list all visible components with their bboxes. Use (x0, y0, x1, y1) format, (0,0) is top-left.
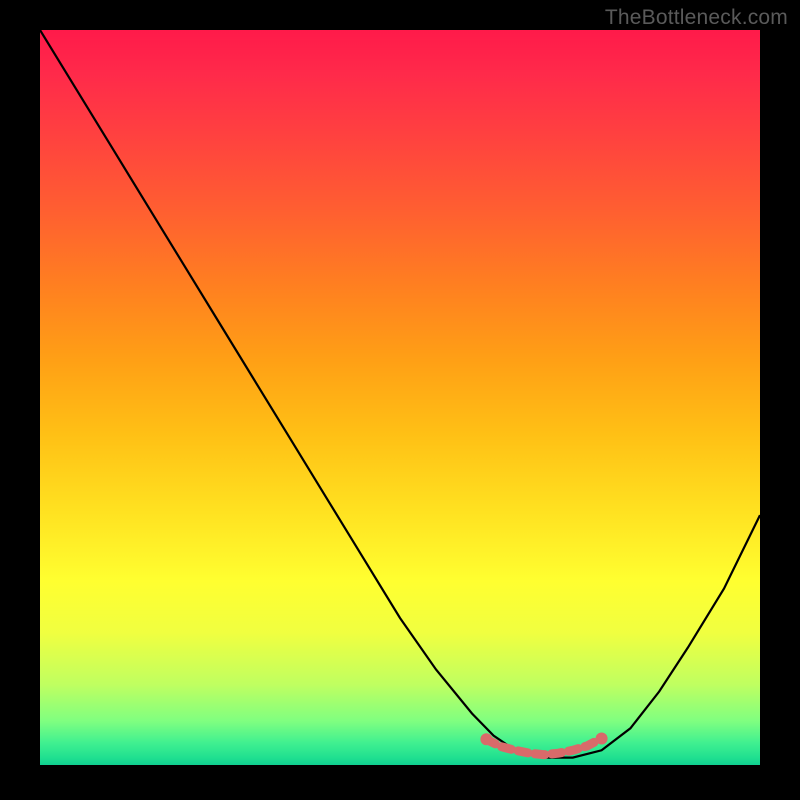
marker-band (486, 739, 601, 755)
bottleneck-curve (40, 30, 760, 758)
optimal-range-markers (480, 733, 607, 755)
curve-svg (40, 30, 760, 765)
chart-container: TheBottleneck.com (0, 0, 800, 800)
marker-dot (596, 733, 608, 745)
watermark-text: TheBottleneck.com (605, 6, 788, 30)
plot-area (40, 30, 760, 765)
marker-dot (480, 733, 492, 745)
